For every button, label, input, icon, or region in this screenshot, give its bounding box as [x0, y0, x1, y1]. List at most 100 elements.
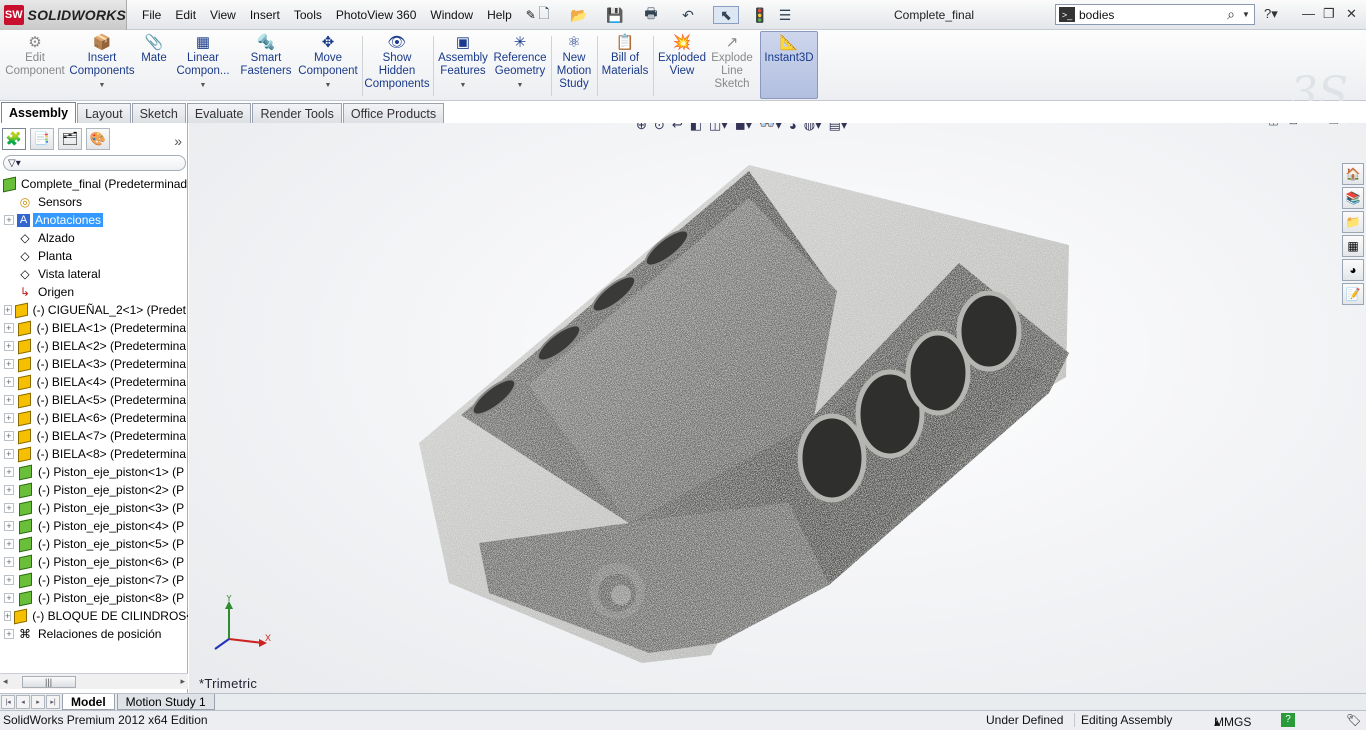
expand-icon[interactable]: +	[4, 539, 14, 549]
expand-icon[interactable]: +	[4, 485, 14, 495]
prev-tab-icon[interactable]: ◂	[16, 695, 30, 709]
tree-item[interactable]: ◇ Planta	[0, 247, 188, 265]
menu-photoview[interactable]: PhotoView 360	[329, 8, 424, 22]
exploded-view-button[interactable]: 💥 Exploded View	[656, 33, 708, 99]
help-status-icon[interactable]: ?	[1281, 713, 1295, 727]
menu-window[interactable]: Window	[423, 8, 480, 22]
select-icon[interactable]: ⬉	[713, 6, 739, 24]
options-icon[interactable]: ☰	[774, 6, 796, 24]
expand-icon[interactable]: +	[4, 431, 14, 441]
scroll-right-icon[interactable]: ▸	[180, 676, 185, 687]
restore-icon[interactable]: ❐	[1323, 6, 1335, 22]
search-box[interactable]: >_ bodies ⌕ ▼	[1055, 4, 1255, 25]
tab-model[interactable]: Model	[62, 694, 115, 710]
linear-pattern-button[interactable]: ▦ Linear Compon... ▼	[174, 33, 232, 99]
expand-icon[interactable]: +	[4, 377, 14, 387]
move-component-button[interactable]: ✥ Move Component ▼	[298, 33, 358, 99]
expand-icon[interactable]: +	[4, 503, 14, 513]
expand-icon[interactable]: +	[4, 395, 14, 405]
expand-panel-icon[interactable]: »	[174, 133, 182, 149]
insert-components-button[interactable]: 📦 Insert Components ▼	[69, 33, 134, 99]
instant3d-button[interactable]: 📐 Instant3D	[762, 33, 816, 99]
tree-horizontal-scrollbar[interactable]: ◂ ||| ▸	[0, 673, 188, 689]
close-icon[interactable]: ✕	[1346, 6, 1357, 22]
menu-help[interactable]: Help	[480, 8, 519, 22]
feature-manager-tab-icon[interactable]: 🧩	[2, 128, 26, 150]
expand-icon[interactable]: +	[4, 359, 14, 369]
next-tab-icon[interactable]: ▸	[31, 695, 45, 709]
tree-item[interactable]: + (-) BIELA<8> (Predetermina	[0, 445, 188, 463]
tree-root[interactable]: Complete_final (Predeterminad	[0, 175, 188, 193]
bill-of-materials-button[interactable]: 📋 Bill of Materials	[600, 33, 650, 99]
menu-tools[interactable]: Tools	[287, 8, 329, 22]
expand-icon[interactable]: +	[4, 467, 14, 477]
last-tab-icon[interactable]: ▸|	[46, 695, 60, 709]
search-input[interactable]: bodies	[1079, 8, 1220, 22]
tree-item[interactable]: + (-) Piston_eje_piston<1> (P	[0, 463, 188, 481]
display-manager-tab-icon[interactable]: 🎨	[86, 128, 110, 150]
menu-file[interactable]: File	[135, 8, 168, 22]
tab-assembly[interactable]: Assembly	[1, 102, 77, 123]
print-icon[interactable]: 🖶	[640, 5, 662, 24]
tree-item[interactable]: + (-) Piston_eje_piston<7> (P	[0, 571, 188, 589]
expand-icon[interactable]: +	[4, 449, 14, 459]
rebuild-status-icon[interactable]: 🏷	[1346, 713, 1361, 727]
graphics-area[interactable]: ⊕ ⊙ ↩ ◧ ◫▾ ◼▾ 👓▾ ◕ ◍▾ ▤▾ ◫ ⊟ — ❐ ✕ 🏠 📚 📁…	[189, 123, 1366, 693]
tab-motion-study[interactable]: Motion Study 1	[116, 694, 215, 710]
help-icon[interactable]: ?▾	[1264, 6, 1278, 22]
expand-icon[interactable]: +	[4, 593, 14, 603]
tree-item[interactable]: + (-) CIGUEÑAL_2<1> (Predet	[0, 301, 188, 319]
tab-sketch[interactable]: Sketch	[131, 103, 186, 123]
tree-item[interactable]: ◇ Alzado	[0, 229, 188, 247]
new-motion-study-button[interactable]: ⚛ New Motion Study	[554, 33, 594, 99]
expand-icon[interactable]: +	[4, 629, 14, 639]
edit-component-button[interactable]: ⚙ Edit Component	[4, 33, 66, 99]
tab-render-tools[interactable]: Render Tools	[252, 103, 342, 123]
search-commands-icon[interactable]: >_	[1059, 7, 1075, 22]
property-manager-tab-icon[interactable]: 📑	[30, 128, 54, 150]
expand-icon[interactable]: +	[4, 557, 14, 567]
tab-layout[interactable]: Layout	[77, 103, 131, 123]
tree-item[interactable]: + (-) Piston_eje_piston<3> (P	[0, 499, 188, 517]
assembly-features-button[interactable]: ▣ Assembly Features ▼	[436, 33, 490, 99]
menu-edit[interactable]: Edit	[168, 8, 203, 22]
tree-item[interactable]: + (-) BIELA<3> (Predetermina	[0, 355, 188, 373]
tree-item[interactable]: + A Anotaciones	[0, 211, 188, 229]
menu-view[interactable]: View	[203, 8, 243, 22]
expand-icon[interactable]: +	[4, 521, 14, 531]
minimize-icon[interactable]: —	[1302, 6, 1315, 21]
solidworks-logo[interactable]: SW SOLIDWORKS	[0, 0, 127, 30]
tab-office-products[interactable]: Office Products	[342, 103, 445, 123]
show-hidden-components-button[interactable]: 👁 Show Hidden Components	[364, 33, 429, 99]
expand-icon[interactable]: +	[4, 215, 14, 225]
chevron-down-icon[interactable]: ▼	[1242, 10, 1254, 19]
undo-icon[interactable]: ↶	[677, 6, 699, 24]
tree-item[interactable]: ◎ Sensors	[0, 193, 188, 211]
tree-item[interactable]: + (-) Piston_eje_piston<5> (P	[0, 535, 188, 553]
expand-icon[interactable]: +	[4, 305, 12, 315]
save-icon[interactable]: 💾	[604, 6, 626, 24]
menu-insert[interactable]: Insert	[243, 8, 287, 22]
reference-geometry-button[interactable]: ✳ Reference Geometry ▼	[492, 33, 548, 99]
search-icon[interactable]: ⌕	[1220, 6, 1242, 23]
tree-item[interactable]: + (-) BIELA<2> (Predetermina	[0, 337, 188, 355]
expand-icon[interactable]: +	[4, 575, 14, 585]
tree-item[interactable]: + (-) BIELA<1> (Predetermina	[0, 319, 188, 337]
new-document-icon[interactable]: 🗋	[533, 5, 555, 24]
expand-icon[interactable]: +	[4, 341, 14, 351]
tree-item[interactable]: ◇ Vista lateral	[0, 265, 188, 283]
engine-block-model[interactable]	[189, 123, 1366, 693]
tree-item[interactable]: + ⌘ Relaciones de posición	[0, 625, 188, 643]
tree-item[interactable]: + (-) BIELA<6> (Predetermina	[0, 409, 188, 427]
explode-line-sketch-button[interactable]: ↗ Explode Line Sketch	[710, 33, 754, 99]
scroll-thumb[interactable]: |||	[21, 675, 76, 688]
open-icon[interactable]: 📂	[568, 6, 590, 24]
expand-icon[interactable]: +	[4, 413, 14, 423]
tree-filter[interactable]: ▽▾	[3, 155, 186, 171]
tree-item[interactable]: + (-) BIELA<5> (Predetermina	[0, 391, 188, 409]
configuration-manager-tab-icon[interactable]: 🗂	[58, 128, 82, 150]
tree-item[interactable]: + (-) BLOQUE DE CILINDROS<	[0, 607, 188, 625]
tree-item[interactable]: + (-) Piston_eje_piston<6> (P	[0, 553, 188, 571]
scroll-left-icon[interactable]: ◂	[3, 676, 8, 687]
tree-item[interactable]: ↳ Origen	[0, 283, 188, 301]
